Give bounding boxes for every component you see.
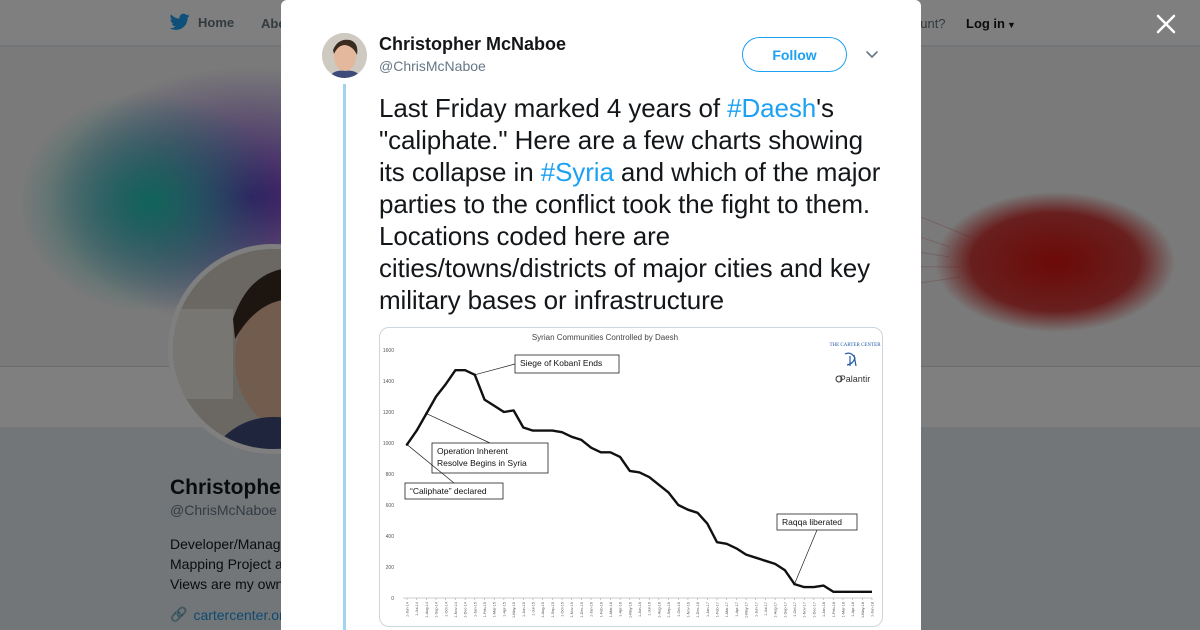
author-photo [322, 33, 367, 78]
x-tick-label: 1-Jul-14 [415, 602, 419, 616]
x-tick-label: 1-May-17 [745, 602, 749, 618]
tweet-media-chart[interactable]: Syrian Communities Controlled by Daesh 0… [379, 327, 883, 627]
x-tick-label: 1-May-15 [512, 602, 516, 618]
chart-title: Syrian Communities Controlled by Daesh [532, 333, 678, 342]
line-chart: Syrian Communities Controlled by Daesh 0… [383, 333, 881, 618]
x-tick-label: 1-Jun-15 [522, 602, 526, 617]
thread-line [343, 84, 346, 630]
x-tick-label: 1-Jun-18 [871, 602, 875, 617]
x-tick-label: 1-Jul-15 [531, 602, 535, 616]
x-tick-label: 1-Sep-15 [551, 602, 555, 618]
x-tick-label: 1-Mar-17 [725, 602, 729, 617]
x-tick-label: 1-Nov-17 [803, 602, 807, 618]
y-tick-label: 200 [386, 565, 395, 571]
x-tick-label: 1-Feb-17 [716, 602, 720, 617]
hashtag-link[interactable]: #Daesh [727, 93, 816, 123]
x-tick-label: 1-Sep-17 [783, 602, 787, 618]
x-tick-label: 1-May-16 [628, 602, 632, 618]
x-tick-label: 1-Oct-15 [561, 602, 565, 617]
x-tick-label: 1-Oct-17 [793, 602, 797, 617]
x-tick-label: 1-Dec-14 [464, 602, 468, 618]
series-line [406, 369, 872, 593]
y-tick-label: 1600 [383, 348, 394, 354]
tweet-text: Last Friday marked 4 years of #Daesh's "… [379, 92, 889, 316]
x-tick-label: 1-Jun-17 [754, 602, 758, 617]
x-tick-label: 1-Nov-16 [686, 602, 690, 618]
x-tick-label: 1-Aug-17 [774, 602, 778, 618]
y-tick-label: 600 [386, 503, 395, 509]
x-tick-label: 1-Mar-15 [493, 602, 497, 617]
chart-annotation: Siege of Kobanî Ends [473, 354, 620, 377]
x-tick-label: 1-Dec-16 [696, 602, 700, 618]
hashtag-link[interactable]: #Syria [541, 157, 614, 187]
x-tick-label: 1-Mar-18 [841, 602, 845, 617]
x-tick-label: 1-Jul-16 [648, 602, 652, 616]
carter-center-text: THE CARTER CENTER [829, 343, 881, 348]
x-tick-label: 1-Jan-15 [473, 602, 477, 617]
x-tick-label: 1-May-18 [861, 602, 865, 618]
annotation-label: “Caliphate” declared [410, 486, 487, 496]
x-tick-label: 1-Feb-16 [599, 602, 603, 617]
x-tick-label: 1-Sep-14 [435, 602, 439, 618]
x-tick-label: 1-Jan-18 [822, 602, 826, 617]
carter-center-logo: THE CARTER CENTER [829, 343, 881, 367]
palantir-logo: Palantir [835, 374, 871, 384]
x-tick-label: 1-Aug-16 [657, 602, 661, 618]
follow-button[interactable]: Follow [742, 37, 847, 72]
chevron-down-icon[interactable] [865, 47, 879, 61]
x-tick-label: 1-Apr-15 [502, 602, 506, 617]
y-tick-label: 800 [386, 472, 395, 478]
y-tick-label: 1200 [383, 410, 394, 416]
x-tick-label: 1-Feb-18 [832, 602, 836, 617]
author-handle[interactable]: @ChrisMcNaboe [379, 58, 486, 74]
annotation-label: Raqqa liberated [782, 517, 842, 527]
x-tick-label: 1-Apr-16 [619, 602, 623, 617]
x-tick-label: 1-Jan-17 [706, 602, 710, 617]
x-tick-label: 1-Jan-16 [590, 602, 594, 617]
x-tick-label: 1-Jun-14 [406, 602, 410, 617]
annotation-label: Siege of Kobanî Ends [520, 358, 602, 368]
x-tick-label: 1-Oct-14 [444, 602, 448, 617]
x-tick-label: 1-Sep-16 [667, 602, 671, 618]
author-avatar[interactable] [322, 33, 367, 78]
y-tick-label: 1000 [383, 441, 394, 447]
chart-annotation: Operation Inherent Resolve Begins in Syri… [425, 412, 549, 474]
x-tick-label: 1-Jun-16 [638, 602, 642, 617]
x-tick-label: 1-Aug-15 [541, 602, 545, 618]
close-icon[interactable] [1152, 10, 1180, 38]
y-tick-label: 400 [386, 534, 395, 540]
x-tick-label: 1-Oct-16 [677, 602, 681, 617]
x-tick-label: 1-Nov-15 [570, 602, 574, 618]
x-tick-label: 1-Apr-17 [735, 602, 739, 617]
x-tick-label: 1-Nov-14 [454, 602, 458, 618]
x-tick-label: 1-Apr-18 [851, 602, 855, 617]
x-tick-label: 1-Mar-16 [609, 602, 613, 617]
tweet-text-part: Last Friday marked 4 years of [379, 93, 728, 123]
y-tick-label: 0 [391, 596, 394, 602]
author-name[interactable]: Christopher McNaboe [379, 34, 566, 55]
tweet-modal: Christopher McNaboe @ChrisMcNaboe Follow… [281, 0, 921, 630]
x-tick-label: 1-Aug-14 [425, 602, 429, 618]
palantir-text: Palantir [840, 374, 871, 384]
x-tick-label: 1-Jul-17 [764, 602, 768, 616]
x-tick-label: 1-Dec-15 [580, 602, 584, 618]
x-tick-label: 1-Feb-15 [483, 602, 487, 617]
y-tick-label: 1400 [383, 379, 394, 385]
x-tick-label: 1-Dec-17 [812, 602, 816, 618]
